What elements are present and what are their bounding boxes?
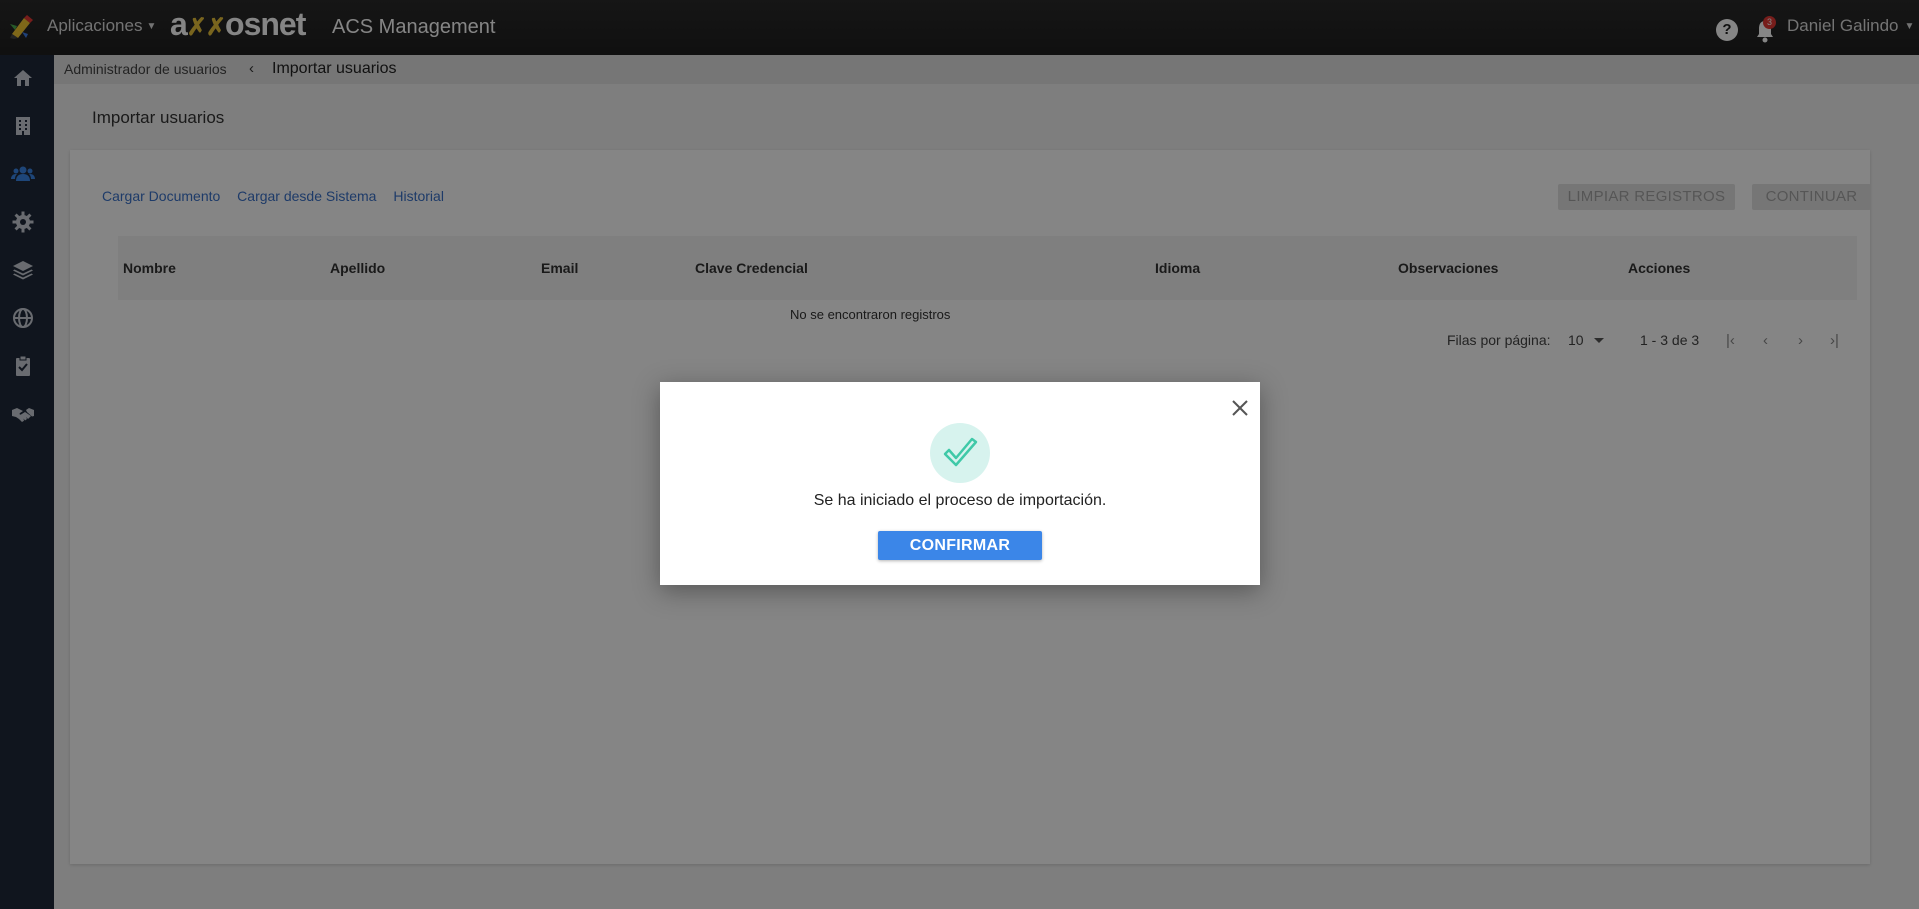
close-icon[interactable] bbox=[1230, 398, 1250, 418]
dialog-message: Se ha iniciado el proceso de importación… bbox=[813, 492, 1107, 509]
confirm-button[interactable]: CONFIRMAR bbox=[878, 531, 1042, 560]
import-started-dialog: Se ha iniciado el proceso de importación… bbox=[660, 382, 1260, 585]
success-check-icon bbox=[930, 423, 990, 483]
